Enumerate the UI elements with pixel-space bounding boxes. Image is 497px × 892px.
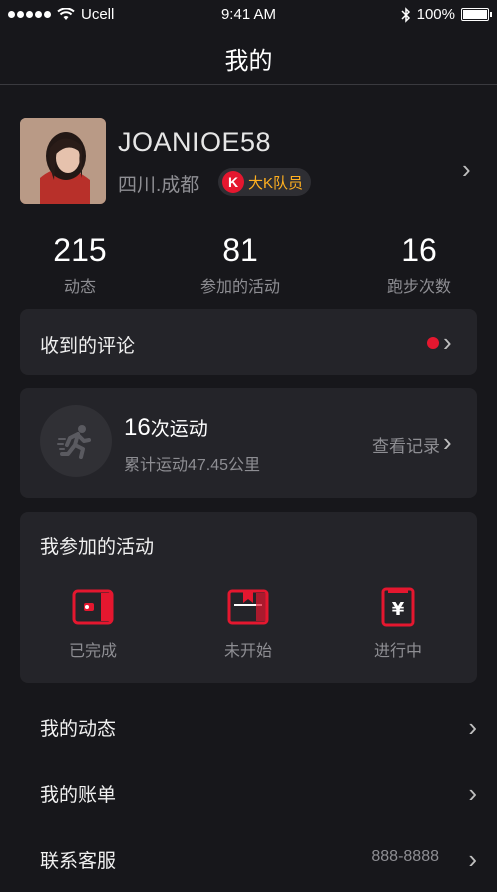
avatar-photo [20, 118, 106, 204]
stat-activities[interactable]: 81 参加的活动 [170, 232, 310, 297]
exercise-count-value: 16 [124, 414, 151, 441]
stat-posts[interactable]: 215 动态 [10, 232, 150, 297]
status-bar: Ucell 9:41 AM 100% [0, 0, 497, 30]
activity-label: 未开始 [223, 643, 272, 660]
stat-runs[interactable]: 16 跑步次数 [349, 232, 489, 297]
chevron-right-icon: › [468, 778, 477, 808]
member-badge: K 大K队员 [218, 168, 312, 196]
menu-label: 联系客服 [40, 851, 117, 872]
activity-label: 已完成 [68, 643, 117, 660]
activity-in-progress[interactable]: ¥ 进行中 [338, 587, 458, 661]
stat-label: 动态 [63, 279, 96, 296]
svg-text:¥: ¥ [392, 599, 405, 620]
badge-label: 大K队员 [248, 174, 304, 192]
exercise-card[interactable]: 16次运动 累计运动47.45公里 查看记录 › [20, 388, 477, 498]
menu-label: 我的账单 [40, 785, 117, 806]
nav-bar: 我的 [0, 30, 497, 85]
stat-value: 16 [401, 232, 437, 268]
service-phone: 888-8888 [371, 848, 439, 865]
page-title: 我的 [224, 48, 273, 75]
chevron-right-icon: › [468, 844, 477, 874]
comments-label: 收到的评论 [40, 336, 136, 357]
records-chevron-icon[interactable]: › [443, 429, 452, 455]
avatar[interactable] [20, 118, 106, 204]
comments-chevron-icon: › [443, 327, 452, 357]
exercise-count-suffix: 次运动 [150, 419, 208, 440]
running-icon [40, 405, 112, 477]
exercise-count: 16次运动 [124, 414, 208, 442]
username: JOANIOE58 [118, 127, 272, 157]
yen-icon: ¥ [376, 587, 420, 627]
activity-completed[interactable]: 已完成 [33, 587, 153, 661]
stat-label: 参加的活动 [199, 279, 280, 296]
menu-row-my-posts[interactable]: 我的动态 › [0, 694, 497, 760]
bluetooth-icon [401, 6, 410, 23]
menu-row-my-bills[interactable]: 我的账单 › [0, 760, 497, 826]
stat-label: 跑步次数 [386, 279, 451, 296]
chevron-right-icon: › [468, 712, 477, 742]
menu-label: 我的动态 [40, 719, 117, 740]
location: 四川.成都 [118, 175, 200, 196]
unread-dot [427, 337, 439, 349]
bookmark-icon [226, 587, 270, 627]
battery-icon [461, 8, 492, 21]
wallet-icon [71, 587, 115, 627]
activities-title: 我参加的活动 [40, 537, 155, 558]
view-records-link[interactable]: 查看记录 [372, 432, 440, 457]
stat-value: 81 [222, 232, 258, 268]
exercise-total: 累计运动47.45公里 [124, 457, 261, 474]
menu-row-customer-service[interactable]: 联系客服 888-8888 › [0, 826, 497, 892]
activities-card: 我参加的活动 已完成 未开始 ¥ 进行中 [20, 512, 477, 683]
k-badge-icon: K [222, 171, 244, 193]
comments-card[interactable]: 收到的评论 › [20, 309, 477, 375]
activity-label: 进行中 [373, 643, 422, 660]
stat-value: 215 [53, 232, 107, 268]
battery-percent: 100% [416, 6, 455, 23]
activity-not-started[interactable]: 未开始 [188, 587, 308, 661]
profile-chevron-icon[interactable]: › [462, 156, 471, 182]
